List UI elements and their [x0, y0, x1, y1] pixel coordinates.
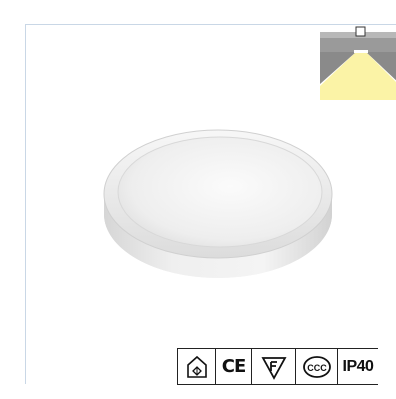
ce-label: CE — [221, 356, 246, 377]
surface-mount-beam-icon — [320, 26, 396, 100]
ccc-label: CCC — [307, 363, 327, 373]
ip-rating: IP40 — [338, 349, 378, 384]
indoor-use-icon — [178, 349, 216, 384]
round-led-panel-light — [100, 122, 336, 288]
f-mark-icon — [252, 349, 296, 384]
ce-mark: CE — [216, 349, 252, 384]
certification-strip: CE CCC IP40 — [177, 348, 378, 385]
ccc-mark-icon: CCC — [296, 349, 338, 384]
ip-rating-label: IP40 — [342, 357, 374, 375]
